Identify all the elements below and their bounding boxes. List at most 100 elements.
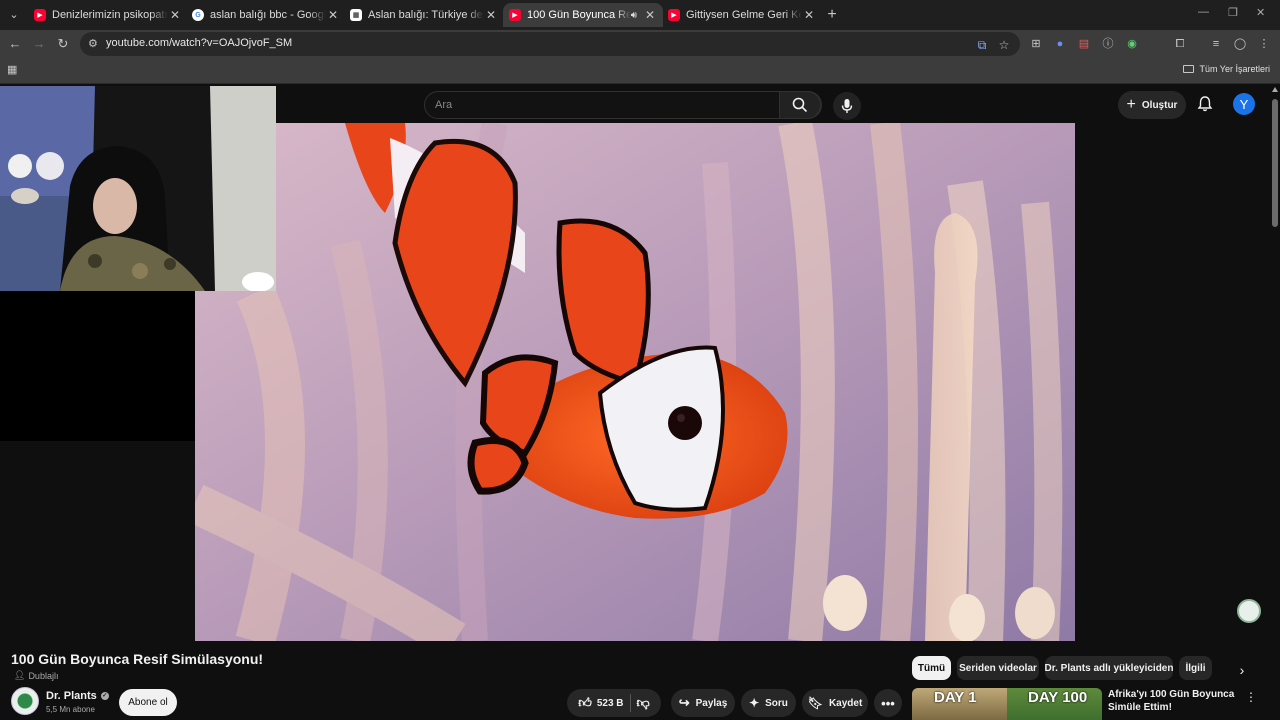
close-window-icon[interactable]: ✕ <box>1256 6 1265 19</box>
voice-search-button[interactable] <box>833 92 861 120</box>
webcam-feed <box>0 86 276 291</box>
profile-icon[interactable]: ◯ <box>1232 36 1248 52</box>
extension-icon[interactable]: ⊞ <box>1028 36 1044 52</box>
tab-title: Aslan balığı: Türkiye denizlerin <box>368 9 484 21</box>
like-dislike-group: 👍︎ 523 B 👎︎ <box>567 689 661 717</box>
thumbs-down-icon[interactable]: 👎︎ <box>637 695 650 711</box>
bookmarks-bar: ▦ Tüm Yer İşaretleri <box>0 58 1280 84</box>
browser-tab[interactable]: ▶ Denizlerimizin psikopatı... - You ✕ <box>28 3 188 27</box>
browser-menu-icon[interactable]: ⋮ <box>1256 36 1272 52</box>
create-button[interactable]: + Oluştur <box>1118 91 1186 119</box>
like-button[interactable]: 👍︎ 523 B <box>578 695 623 711</box>
dub-label: Dublajlı <box>28 670 59 681</box>
extensions-puzzle-icon[interactable]: ⧠ <box>1172 36 1188 52</box>
video-title: 100 Gün Boyunca Resif Simülasyonu! <box>11 651 264 667</box>
chevron-right-icon[interactable]: › <box>1232 660 1252 680</box>
close-tab-icon[interactable]: ✕ <box>802 8 816 22</box>
all-bookmarks-label: Tüm Yer İşaretleri <box>1199 64 1270 74</box>
new-tab-button[interactable]: + <box>822 5 842 25</box>
youtube-icon: ▶ <box>34 9 46 21</box>
bookmark-icon: 🔖︎ <box>807 696 823 710</box>
address-bar[interactable]: ⚙ youtube.com/watch?v=OAJOjvoF_SM ⧉ ☆ <box>80 32 1020 56</box>
browser-tab[interactable]: ▦ Aslan balığı: Türkiye denizlerin ✕ <box>344 3 504 27</box>
tab-title: 100 Gün Boyunca Resif Sim <box>527 9 631 21</box>
search-icon <box>792 97 808 113</box>
speaker-icon[interactable]: 🔊︎ <box>631 10 637 21</box>
chip-uploader[interactable]: Dr. Plants adlı yükleyiciden <box>1045 656 1173 680</box>
extension-icon[interactable]: ● <box>1052 36 1068 52</box>
share-button[interactable]: ↪ Paylaş <box>671 689 735 717</box>
video-frame <box>195 123 1075 641</box>
browser-tab-strip: ⌄ ▶ Denizlerimizin psikopatı... - You ✕ … <box>0 0 1280 30</box>
thumbnail-text-left: DAY 1 <box>934 689 977 706</box>
subscribe-button[interactable]: Abone ol <box>119 689 177 716</box>
chip-series[interactable]: Seriden videolar <box>957 656 1039 680</box>
reload-icon[interactable]: ↻ <box>54 36 72 52</box>
save-button[interactable]: 🔖︎ Kaydet <box>802 689 868 717</box>
subscriber-count: 5,5 Mn abone <box>46 705 95 714</box>
site-info-icon[interactable]: ⚙ <box>88 37 102 51</box>
tab-title: Gittiysen Gelme Geri Kedi Versi <box>686 9 802 21</box>
extension-icon[interactable]: ⓘ <box>1100 36 1116 52</box>
close-tab-icon[interactable]: ✕ <box>326 8 340 22</box>
chip-related[interactable]: İlgili <box>1179 656 1212 680</box>
youtube-icon: ▶ <box>509 9 521 21</box>
browser-tab[interactable]: ▶ Gittiysen Gelme Geri Kedi Versi ✕ <box>662 3 822 27</box>
all-bookmarks-button[interactable]: Tüm Yer İşaretleri <box>1183 64 1270 74</box>
folder-icon <box>1183 65 1195 73</box>
dub-icon: 👤︎ <box>14 670 26 680</box>
translate-icon[interactable]: ⧉ <box>974 37 990 53</box>
like-count: 523 B <box>596 697 624 709</box>
scroll-up-icon[interactable] <box>1272 87 1278 92</box>
share-label: Paylaş <box>695 697 728 709</box>
recommended-video-title[interactable]: Afrika'yı 100 Gün Boyunca Simüle Ettim! <box>1108 688 1238 714</box>
ask-label: Soru <box>765 697 788 709</box>
channel-avatar[interactable] <box>11 687 39 715</box>
more-horizontal-icon: ••• <box>881 695 895 711</box>
more-actions-button[interactable]: ••• <box>874 689 902 717</box>
create-label: Oluştur <box>1141 99 1178 111</box>
restore-icon[interactable]: ❐ <box>1228 6 1238 19</box>
bbc-icon: ▦ <box>350 9 362 21</box>
extension-icon[interactable]: ▤ <box>1076 36 1092 52</box>
ask-button[interactable]: ✦ Soru <box>741 689 796 717</box>
thumbs-up-icon: 👍︎ <box>578 695 592 710</box>
dubbed-badge: 👤︎ Dublajlı <box>14 670 58 681</box>
more-vertical-icon[interactable]: ⋮ <box>1245 690 1257 704</box>
recommended-video-thumbnail[interactable]: DAY 1 DAY 100 <box>912 688 1102 720</box>
account-avatar[interactable]: Y <box>1233 93 1255 115</box>
browser-tab-active[interactable]: ▶ 100 Gün Boyunca Resif Sim 🔊︎ ✕ <box>503 3 663 27</box>
extension-icon[interactable]: ◉ <box>1124 36 1140 52</box>
scrollbar-thumb[interactable] <box>1272 99 1278 227</box>
channel-name-link[interactable]: Dr. Plants ✓ <box>46 690 109 702</box>
search-box[interactable]: Ara <box>424 91 822 119</box>
divider <box>629 694 631 712</box>
chip-all[interactable]: Tümü <box>912 656 951 680</box>
close-tab-icon[interactable]: ✕ <box>643 8 657 22</box>
floating-channel-icon[interactable] <box>1237 599 1261 623</box>
video-letterbox <box>0 291 195 441</box>
video-player[interactable] <box>195 123 1075 641</box>
notifications-bell-icon[interactable] <box>1196 95 1214 113</box>
close-tab-icon[interactable]: ✕ <box>168 8 182 22</box>
save-label: Kaydet <box>828 697 863 709</box>
forward-icon[interactable]: → <box>30 36 48 52</box>
google-icon: G <box>192 9 204 21</box>
back-icon[interactable]: ← <box>6 36 24 52</box>
url-text[interactable]: youtube.com/watch?v=OAJOjvoF_SM <box>106 37 292 49</box>
channel-name[interactable]: Dr. Plants <box>46 690 97 702</box>
media-control-icon[interactable]: ≡ <box>1208 36 1224 52</box>
apps-grid-icon[interactable]: ▦ <box>7 64 19 76</box>
plus-icon: + <box>1126 96 1136 113</box>
search-button[interactable] <box>779 91 821 119</box>
bookmark-star-icon[interactable]: ☆ <box>996 37 1012 53</box>
close-tab-icon[interactable]: ✕ <box>484 8 498 22</box>
tab-title: Denizlerimizin psikopatı... - You <box>52 9 168 21</box>
search-input[interactable]: Ara <box>435 99 452 111</box>
thumbnail-text-right: DAY 100 <box>1028 689 1088 706</box>
microphone-icon <box>841 99 853 113</box>
minimize-icon[interactable]: — <box>1198 6 1209 18</box>
browser-tab[interactable]: G aslan balığı bbc - Google'da Ar ✕ <box>186 3 346 27</box>
page-scrollbar[interactable] <box>1270 85 1280 720</box>
tab-search-button[interactable]: ⌄ <box>4 4 24 24</box>
